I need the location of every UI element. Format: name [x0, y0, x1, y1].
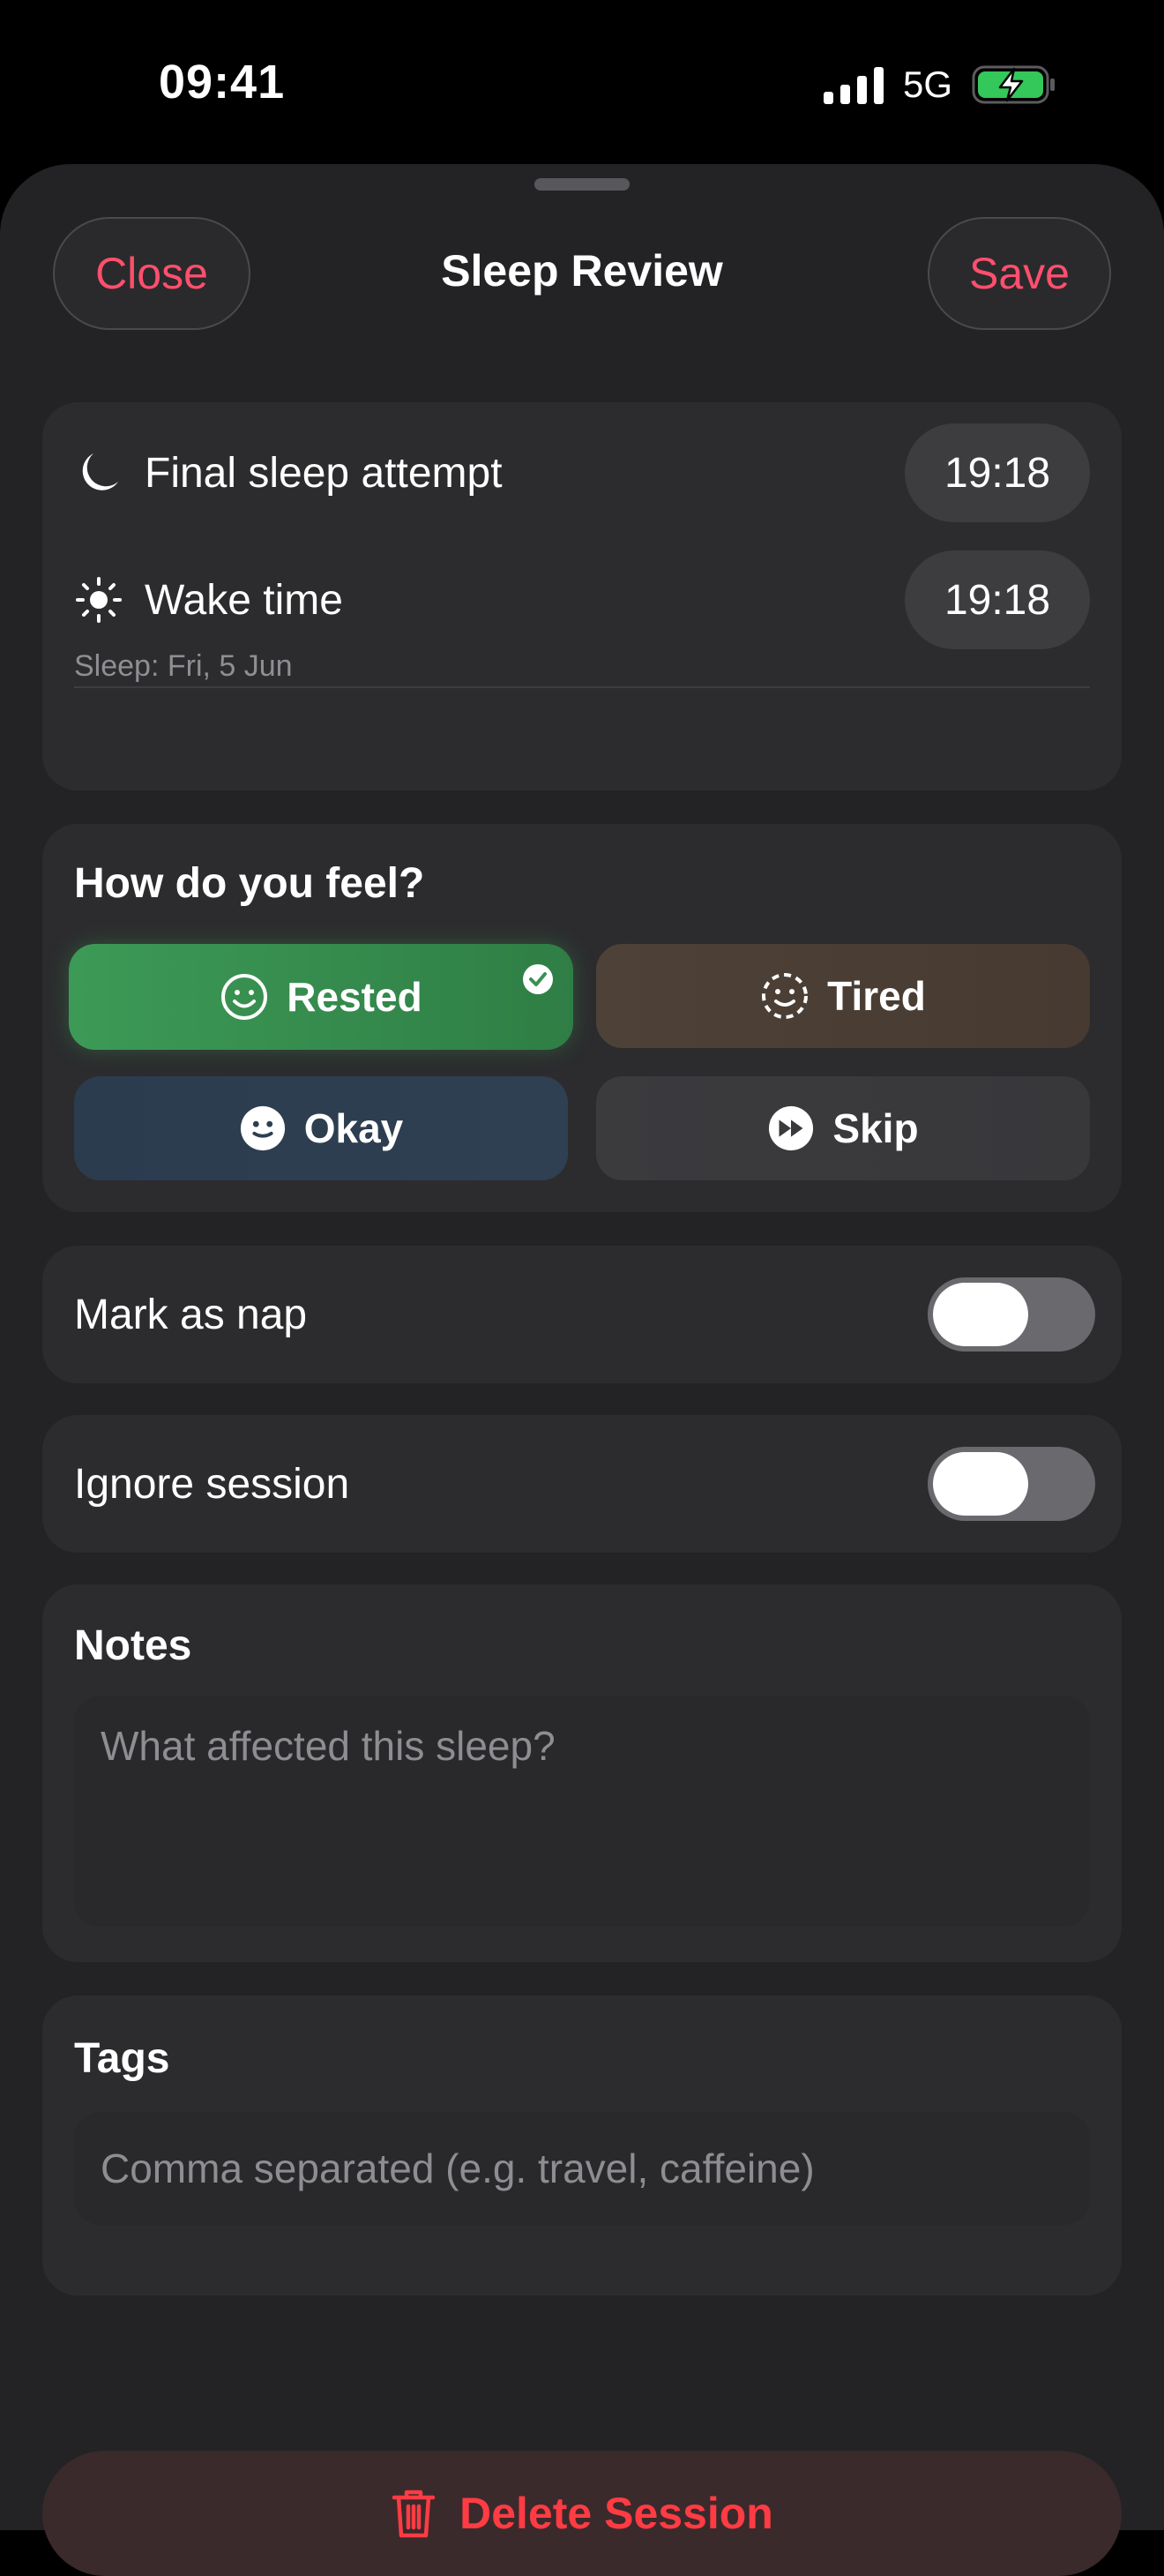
battery-charging-icon — [972, 65, 1055, 104]
network-type: 5G — [902, 64, 952, 105]
status-time: 09:41 — [159, 56, 286, 109]
notes-heading: Notes — [74, 1622, 192, 1669]
sheet-grabber[interactable] — [534, 178, 630, 191]
moon-icon — [74, 448, 123, 498]
mood-okay-button[interactable]: Okay — [74, 1076, 568, 1180]
wake-time-label: Wake time — [145, 576, 343, 624]
sun-icon — [74, 575, 123, 625]
divider — [74, 686, 1090, 688]
feel-card: How do you feel? Rested Tired Okay Skip — [42, 824, 1122, 1212]
status-indicators: 5G — [823, 62, 1056, 108]
mood-skip-button[interactable]: Skip — [596, 1076, 1090, 1180]
sleep-review-sheet: Close Sleep Review Save Final sleep atte… — [0, 164, 1164, 2576]
nap-toggle[interactable] — [928, 1277, 1095, 1352]
dashed-smile-icon — [762, 973, 809, 1019]
ignore-card: Ignore session — [42, 1415, 1122, 1553]
trash-icon — [392, 2490, 436, 2538]
delete-session-button[interactable]: Delete Session — [42, 2451, 1122, 2576]
forward-icon — [769, 1105, 814, 1151]
nap-label: Mark as nap — [74, 1291, 308, 1338]
ignore-toggle[interactable] — [928, 1447, 1095, 1521]
mood-rested-button[interactable]: Rested — [69, 944, 573, 1050]
delete-label: Delete Session — [459, 2489, 773, 2538]
save-button[interactable]: Save — [928, 217, 1111, 330]
feel-heading: How do you feel? — [74, 860, 425, 907]
toggle-knob — [933, 1283, 1028, 1346]
notes-card: Notes What affected this sleep? — [42, 1584, 1122, 1962]
times-card: Final sleep attempt 19:18 Wake time 19:1… — [42, 402, 1122, 790]
tags-heading: Tags — [74, 2035, 170, 2082]
ignore-label: Ignore session — [74, 1460, 350, 1508]
mood-label: Tired — [827, 973, 926, 1019]
sleep-time-picker[interactable]: 19:18 — [905, 423, 1090, 522]
toggle-knob — [933, 1452, 1028, 1516]
sleep-date-note: Sleep: Fri, 5 Jun — [74, 649, 293, 683]
smile-icon — [221, 974, 268, 1020]
nap-card: Mark as nap — [42, 1246, 1122, 1383]
mood-label: Rested — [287, 974, 422, 1020]
checkmark-icon — [523, 964, 553, 994]
sleep-time-row: Final sleep attempt 19:18 — [74, 423, 1090, 522]
mood-label: Okay — [303, 1105, 404, 1151]
mood-tired-button[interactable]: Tired — [596, 944, 1090, 1048]
notes-field[interactable]: What affected this sleep? — [74, 1696, 1090, 1927]
signal-icon — [823, 65, 884, 104]
mood-label: Skip — [832, 1105, 919, 1151]
wake-time-picker[interactable]: 19:18 — [905, 550, 1090, 649]
tags-card: Tags Comma separated (e.g. travel, caffe… — [42, 1996, 1122, 2295]
tags-field[interactable]: Comma separated (e.g. travel, caffeine) — [74, 2112, 1090, 2225]
status-bar: 09:41 5G — [0, 0, 1164, 164]
wake-time-row: Wake time 19:18 — [74, 550, 1090, 649]
sleep-time-label: Final sleep attempt — [145, 449, 503, 497]
neutral-face-icon — [240, 1105, 285, 1151]
